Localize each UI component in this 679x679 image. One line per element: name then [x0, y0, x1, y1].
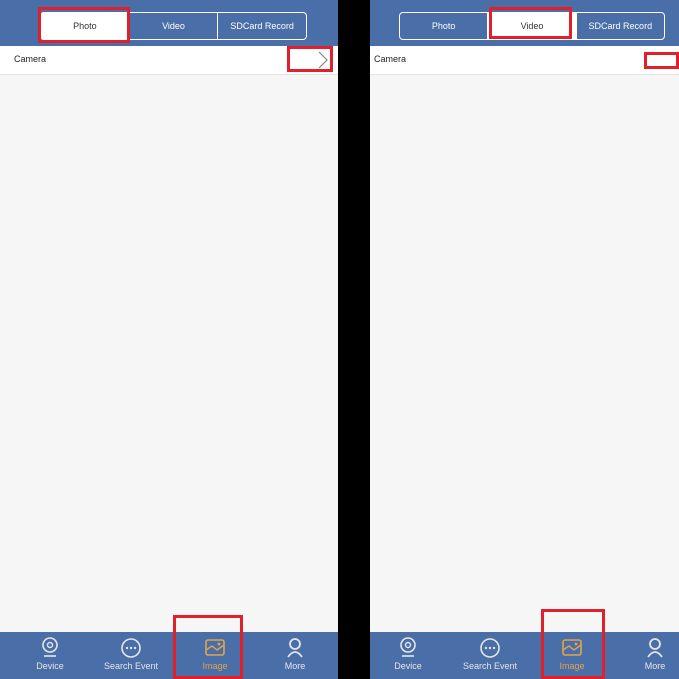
row-label: Camera	[14, 54, 47, 64]
highlight-chevron	[287, 46, 333, 72]
bottom-nav: Device Search Event Image More	[0, 632, 338, 679]
screen-right: Photo Video SDCard Record Camera Device …	[370, 0, 679, 679]
tab-video[interactable]: Video	[130, 13, 219, 39]
highlight-tab-photo	[38, 7, 130, 43]
highlight-nav-image	[173, 615, 243, 679]
highlight-chevron	[644, 52, 679, 69]
nav-device[interactable]: Device	[383, 632, 433, 679]
nav-label: Search Event	[462, 661, 518, 671]
highlight-nav-image	[541, 609, 605, 679]
nav-device[interactable]: Device	[25, 632, 75, 679]
tab-sdcard-record[interactable]: SDCard Record	[577, 13, 664, 39]
chat-icon	[121, 638, 141, 658]
screen-left: Photo Video SDCard Record Camera Device	[0, 0, 338, 679]
bottom-nav: Device Search Event Image More	[370, 632, 679, 679]
nav-label: More	[644, 661, 666, 671]
nav-label: Device	[36, 661, 64, 671]
nav-more[interactable]: More	[635, 632, 675, 679]
divider-bar	[338, 0, 370, 679]
list-item-camera[interactable]: Camera	[370, 46, 679, 75]
person-icon	[287, 638, 303, 658]
nav-search-event[interactable]: Search Event	[96, 632, 166, 679]
nav-label: More	[284, 661, 306, 671]
tab-sdcard-record[interactable]: SDCard Record	[218, 13, 306, 39]
tab-photo[interactable]: Photo	[400, 13, 489, 39]
chat-icon	[480, 638, 500, 658]
nav-label: Device	[394, 661, 422, 671]
camera-icon	[400, 637, 416, 657]
nav-search-event[interactable]: Search Event	[455, 632, 525, 679]
row-label: Camera	[374, 54, 407, 64]
camera-icon	[42, 637, 58, 657]
nav-label: Search Event	[103, 661, 159, 671]
nav-more[interactable]: More	[275, 632, 315, 679]
person-icon	[647, 638, 663, 658]
highlight-tab-video	[489, 7, 572, 39]
